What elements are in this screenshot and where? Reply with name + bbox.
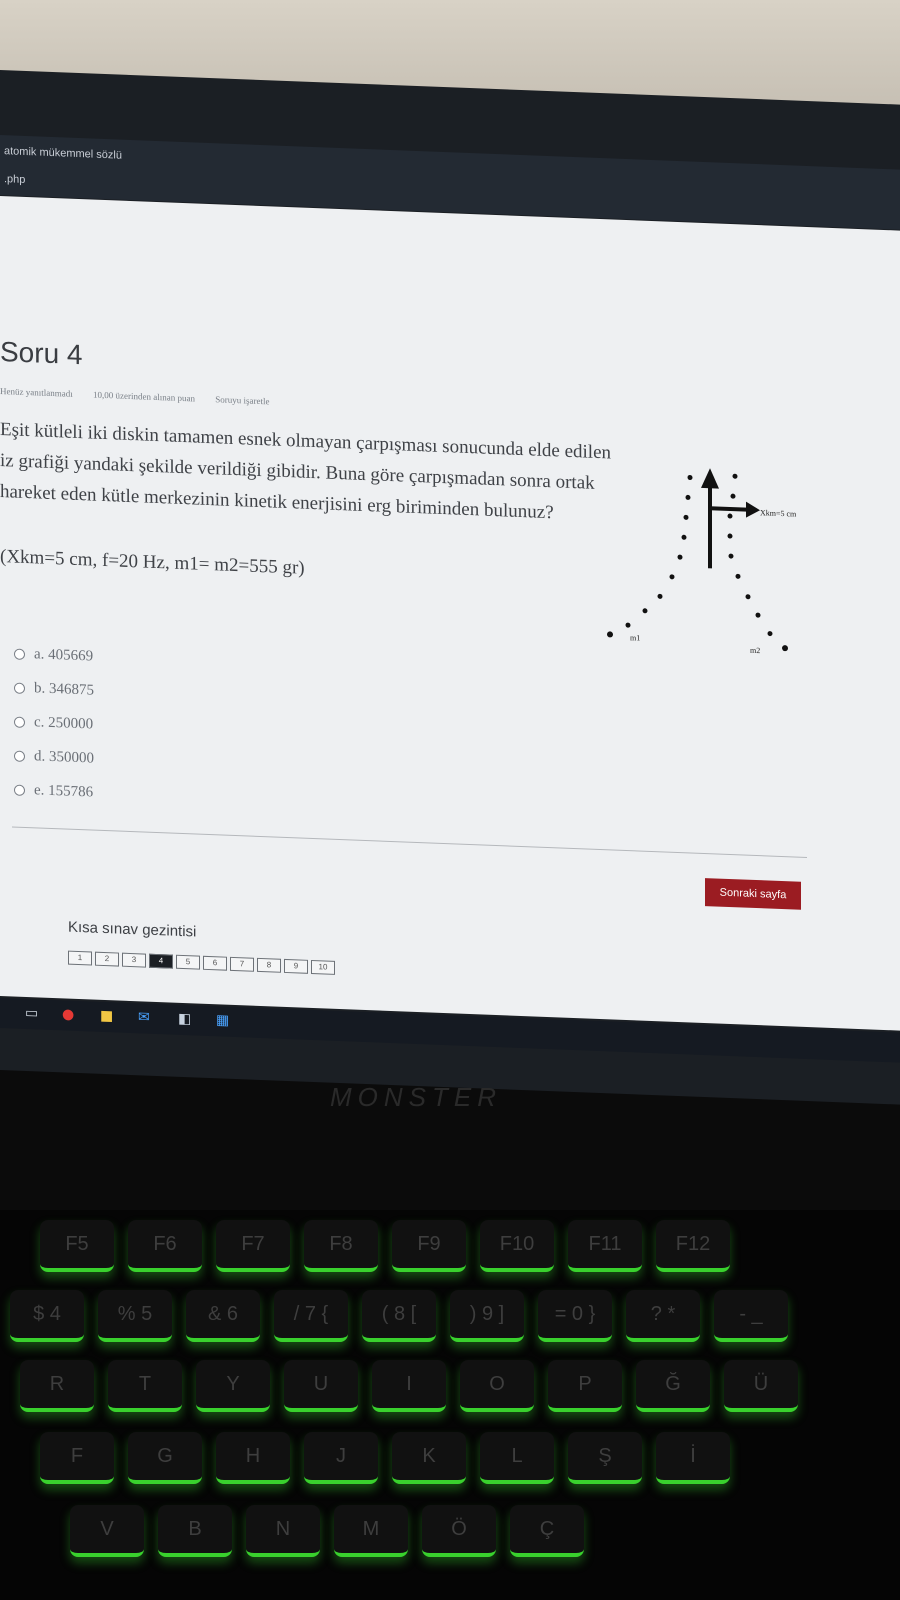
answer-option-b[interactable]: b. 346875 <box>14 671 94 708</box>
next-page-button[interactable]: Sonraki sayfa <box>705 878 801 910</box>
key: I <box>372 1360 446 1412</box>
key: Y <box>196 1360 270 1412</box>
key: U <box>284 1360 358 1412</box>
keyboard-row-home: F G H J K L Ş İ <box>40 1432 730 1484</box>
question-points: 10,00 üzerinden alınan puan <box>92 389 195 404</box>
option-label: d. 350000 <box>34 747 94 767</box>
keyboard-row-function: F5 F6 F7 F8 F9 F10 F11 F12 <box>40 1220 730 1272</box>
key: N <box>246 1505 320 1557</box>
quiz-nav-page[interactable]: 7 <box>230 956 254 972</box>
keyboard-row-numbers: $ 4 % 5 & 6 / 7 { ( 8 [ ) 9 ] = 0 } ? * … <box>10 1290 788 1342</box>
key: $ 4 <box>10 1290 84 1342</box>
flag-question-link[interactable]: Soruyu işaretle <box>215 394 269 406</box>
key: L <box>480 1432 554 1484</box>
option-label: a. 405669 <box>34 645 94 665</box>
option-label: b. 346875 <box>34 679 94 699</box>
task-view-icon[interactable]: ▭ <box>25 1005 41 1022</box>
quiz-nav-page[interactable]: 8 <box>257 957 281 973</box>
key: ( 8 [ <box>362 1290 436 1342</box>
key: P <box>548 1360 622 1412</box>
quiz-nav-page[interactable]: 9 <box>284 958 308 974</box>
quiz-nav-page[interactable]: 6 <box>203 955 227 971</box>
quiz-nav-page-current[interactable]: 4 <box>149 953 173 969</box>
radio-c[interactable] <box>14 716 25 728</box>
quiz-nav-page[interactable]: 1 <box>68 950 92 966</box>
mail-icon[interactable]: ✉ <box>138 1009 154 1026</box>
m2-label: m2 <box>750 646 760 655</box>
key: H <box>216 1432 290 1484</box>
key: & 6 <box>186 1290 260 1342</box>
key: F7 <box>216 1220 290 1272</box>
quiz-nav-page[interactable]: 3 <box>122 952 146 968</box>
key: % 5 <box>98 1290 172 1342</box>
key: İ <box>656 1432 730 1484</box>
radio-a[interactable] <box>14 648 25 660</box>
quiz-page: Soru 4 Henüz yanıtlanmadı 10,00 üzerinde… <box>0 196 900 1031</box>
option-label: c. 250000 <box>34 713 94 733</box>
answer-option-c[interactable]: c. 250000 <box>14 705 94 742</box>
key: - _ <box>714 1290 788 1342</box>
m1-label: m1 <box>630 633 640 642</box>
key: ? * <box>626 1290 700 1342</box>
keyboard-row-top-letters: R T Y U I O P Ğ Ü <box>20 1360 798 1412</box>
question-title: Soru 4 <box>0 336 83 371</box>
key: K <box>392 1432 466 1484</box>
quiz-navigation: 1 2 3 4 5 6 7 8 9 10 <box>68 950 335 975</box>
answer-option-e[interactable]: e. 155786 <box>14 773 94 810</box>
browser-tab-title[interactable]: atomik mükemmel sözlü <box>4 145 122 162</box>
key: T <box>108 1360 182 1412</box>
key: B <box>158 1505 232 1557</box>
key: F10 <box>480 1220 554 1272</box>
laptop-brand-logo: MONSTER <box>330 1082 502 1112</box>
key: Ş <box>568 1432 642 1484</box>
xkm-label: Xkm=5 cm <box>760 508 797 518</box>
trace-diagram: Xkm=5 cm m1 m2 <box>607 468 797 655</box>
answer-option-a[interactable]: a. 405669 <box>14 637 94 674</box>
key: F <box>40 1432 114 1484</box>
key: F9 <box>392 1220 466 1272</box>
quiz-nav-page[interactable]: 10 <box>311 959 335 975</box>
keyboard-row-bottom: V B N M Ö Ç <box>70 1505 584 1557</box>
radio-b[interactable] <box>14 682 25 694</box>
keyboard: F5 F6 F7 F8 F9 F10 F11 F12 $ 4 % 5 & 6 /… <box>0 1210 900 1600</box>
opera-icon[interactable]: ● <box>62 1006 78 1023</box>
key: J <box>304 1432 378 1484</box>
answer-options: a. 405669 b. 346875 c. 250000 d. 350000 … <box>14 637 94 810</box>
key: Ü <box>724 1360 798 1412</box>
divider <box>12 826 807 859</box>
key: F8 <box>304 1220 378 1272</box>
question-status: Henüz yanıtlanmadı <box>0 386 73 399</box>
key: O <box>460 1360 534 1412</box>
quiz-nav-page[interactable]: 2 <box>95 951 119 967</box>
key: Ö <box>422 1505 496 1557</box>
radio-e[interactable] <box>14 784 25 796</box>
key: G <box>128 1432 202 1484</box>
key: R <box>20 1360 94 1412</box>
key: Ç <box>510 1505 584 1557</box>
quiz-navigation-title: Kısa sınav gezintisi <box>68 918 197 941</box>
file-explorer-icon[interactable]: ■ <box>100 1008 116 1025</box>
question-meta: Henüz yanıtlanmadı 10,00 üzerinden alına… <box>0 386 287 407</box>
key: Ğ <box>636 1360 710 1412</box>
quiz-nav-page[interactable]: 5 <box>176 954 200 970</box>
browser-url[interactable]: .php <box>4 173 25 186</box>
key: V <box>70 1505 144 1557</box>
settings-icon[interactable]: ◧ <box>178 1011 194 1028</box>
key: ) 9 ] <box>450 1290 524 1342</box>
question-variables: (Xkm=5 cm, f=20 Hz, m1= m2=555 gr) <box>0 546 305 579</box>
question-text: Eşit kütleli iki diskin tamamen esnek ol… <box>0 419 612 524</box>
radio-d[interactable] <box>14 750 25 762</box>
key: / 7 { <box>274 1290 348 1342</box>
option-label: e. 155786 <box>34 781 94 801</box>
store-icon[interactable]: ▦ <box>216 1012 232 1029</box>
key: M <box>334 1505 408 1557</box>
key: F6 <box>128 1220 202 1272</box>
key: F11 <box>568 1220 642 1272</box>
key: = 0 } <box>538 1290 612 1342</box>
key: F12 <box>656 1220 730 1272</box>
answer-option-d[interactable]: d. 350000 <box>14 739 94 776</box>
key: F5 <box>40 1220 114 1272</box>
